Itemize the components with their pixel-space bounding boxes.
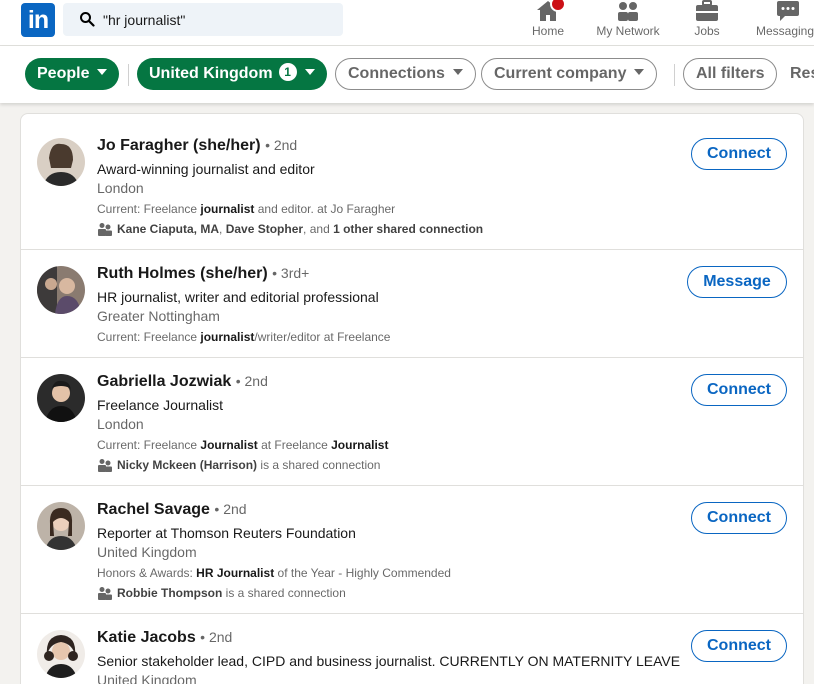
search-results: Jo Faragher (she/her) • 2nd Award-winnin… [20, 113, 804, 684]
shared-connections-icon [98, 458, 112, 472]
all-filters-label: All filters [696, 65, 765, 82]
person-location: London [97, 180, 144, 196]
connect-button[interactable]: Connect [691, 374, 787, 406]
search-input[interactable] [103, 3, 333, 36]
filter-country-label: United Kingdom [149, 65, 273, 82]
filter-divider [674, 64, 675, 86]
caret-down-icon [634, 68, 645, 75]
shared-connections[interactable]: Nicky Mckeen (Harrison) is a shared conn… [97, 458, 380, 473]
avatar[interactable] [37, 630, 85, 678]
current-position: Current: Freelance Journalist at Freelan… [97, 438, 389, 452]
nav-jobs-label: Jobs [694, 24, 720, 38]
person-headline: Freelance Journalist [97, 397, 224, 413]
caret-down-icon [97, 68, 108, 75]
linkedin-logo[interactable]: in [21, 3, 55, 37]
connect-button[interactable]: Connect [691, 630, 787, 662]
person-name[interactable]: Jo Faragher (she/her) • 2nd [97, 137, 297, 155]
nav-home-label: Home [531, 24, 564, 38]
search-icon [80, 12, 95, 27]
filter-connections[interactable]: Connections [335, 58, 476, 90]
avatar[interactable] [37, 266, 85, 314]
shared-connections-icon [98, 586, 112, 600]
person-location: Greater Nottingham [97, 308, 220, 324]
nav-my-network-label: My Network [596, 24, 660, 38]
result-row: Katie Jacobs • 2nd Senior stakeholder le… [21, 614, 803, 684]
connect-button[interactable]: Connect [691, 502, 787, 534]
nav-jobs[interactable]: Jobs [684, 0, 730, 46]
current-position: Current: Freelance journalist/writer/edi… [97, 330, 391, 344]
avatar[interactable] [37, 502, 85, 550]
result-row: Gabriella Jozwiak • 2nd Freelance Journa… [21, 358, 803, 486]
connection-degree: • 2nd [265, 137, 298, 153]
result-row: Ruth Holmes (she/her) • 3rd+ HR journali… [21, 250, 803, 358]
briefcase-icon [696, 0, 718, 21]
person-location: United Kingdom [97, 544, 197, 560]
filter-people-label: People [37, 65, 90, 82]
filter-current-company[interactable]: Current company [481, 58, 658, 90]
current-position: Current: Freelance journalist and editor… [97, 202, 396, 216]
reset-button[interactable]: Reset [790, 58, 814, 90]
person-location: London [97, 416, 144, 432]
shared-connections-icon [98, 222, 112, 236]
honors-awards: Honors & Awards: HR Journalist of the Ye… [97, 566, 451, 580]
person-headline: Reporter at Thomson Reuters Foundation [97, 525, 356, 541]
person-name[interactable]: Katie Jacobs • 2nd [97, 629, 232, 647]
shared-connections[interactable]: Kane Ciaputa, MA, Dave Stopher, and 1 ot… [97, 222, 483, 237]
connection-degree: • 2nd [214, 501, 247, 517]
caret-down-icon [452, 68, 463, 75]
message-button[interactable]: Message [687, 266, 787, 298]
filter-current-company-label: Current company [494, 65, 627, 82]
nav-messaging-label: Messaging [756, 24, 814, 38]
nav-my-network[interactable]: My Network [588, 0, 668, 46]
connection-degree: • 3rd+ [272, 265, 310, 281]
filter-people[interactable]: People [25, 58, 120, 90]
caret-down-icon [304, 68, 315, 75]
nav-messaging[interactable]: Messaging [756, 0, 814, 46]
result-row: Jo Faragher (she/her) • 2nd Award-winnin… [21, 114, 803, 250]
connection-degree: • 2nd [200, 629, 233, 645]
person-name[interactable]: Rachel Savage • 2nd [97, 501, 247, 519]
filter-connections-label: Connections [348, 65, 445, 82]
people-icon [618, 2, 638, 21]
top-nav: in Home My Network Jobs [0, 0, 814, 46]
filter-count-badge: 1 [278, 62, 297, 81]
person-headline: HR journalist, writer and editorial prof… [97, 289, 379, 305]
person-headline: Award-winning journalist and editor [97, 161, 315, 177]
filter-united-kingdom[interactable]: United Kingdom 1 [137, 58, 327, 90]
connection-degree: • 2nd [235, 373, 268, 389]
nav-home[interactable]: Home [521, 0, 575, 46]
person-location: United Kingdom [97, 672, 197, 684]
all-filters-button[interactable]: All filters [683, 58, 778, 90]
person-name[interactable]: Ruth Holmes (she/her) • 3rd+ [97, 265, 309, 283]
person-headline: Senior stakeholder lead, CIPD and busine… [97, 653, 681, 669]
result-row: Rachel Savage • 2nd Reporter at Thomson … [21, 486, 803, 614]
shared-connections[interactable]: Robbie Thompson is a shared connection [97, 586, 346, 601]
notification-badge [550, 0, 566, 12]
chat-icon [777, 1, 799, 21]
filter-bar: People United Kingdom 1 Connections Curre… [0, 46, 814, 103]
filter-divider [128, 64, 129, 86]
avatar[interactable] [37, 138, 85, 186]
avatar[interactable] [37, 374, 85, 422]
connect-button[interactable]: Connect [691, 138, 787, 170]
search-box[interactable] [63, 3, 343, 36]
person-name[interactable]: Gabriella Jozwiak • 2nd [97, 373, 268, 391]
